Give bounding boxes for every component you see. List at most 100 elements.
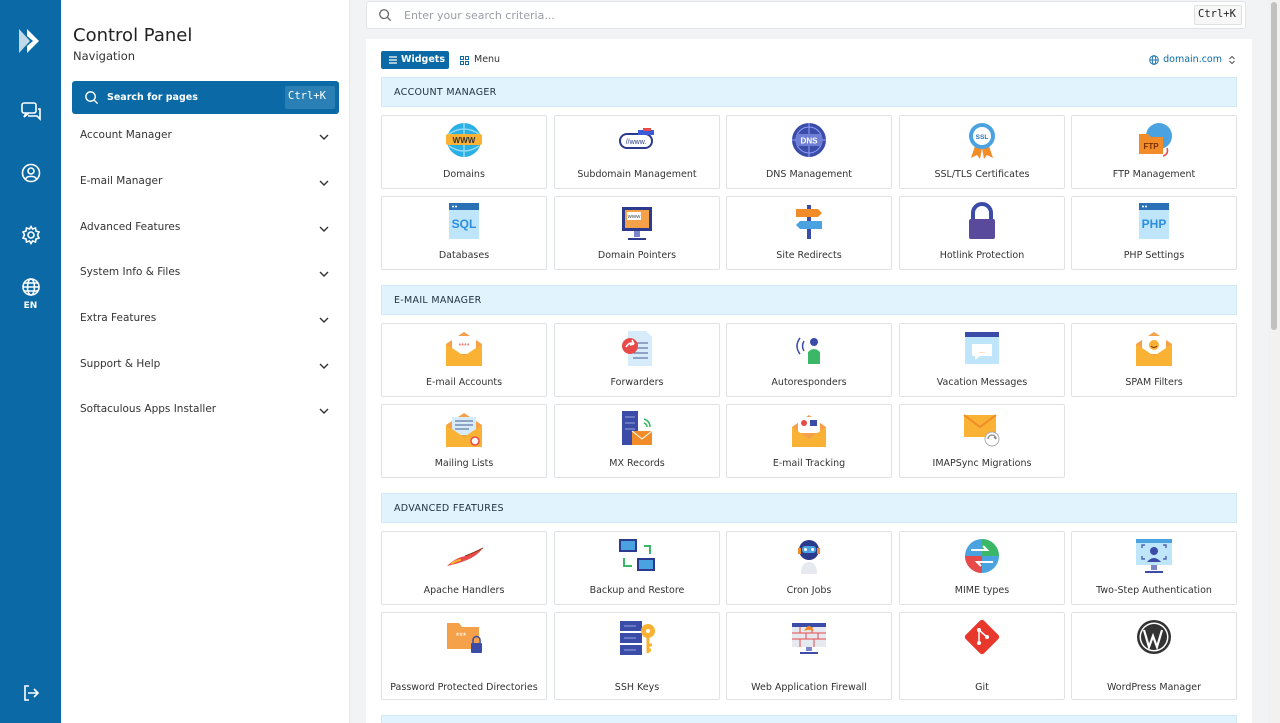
widget-label: Hotlink Protection — [939, 250, 1025, 261]
criteria-search-box[interactable]: Enter your search criteria... Ctrl+K — [366, 1, 1246, 29]
padlock-icon — [969, 202, 995, 239]
svg-text:SSL: SSL — [976, 134, 989, 141]
widget-tile[interactable]: PHP PHP Settings — [1071, 196, 1237, 270]
widget-label: Backup and Restore — [589, 585, 685, 596]
widget-tile[interactable]: Site Redirects — [726, 196, 892, 270]
forward-doc-icon — [622, 331, 652, 366]
logo-icon[interactable] — [15, 26, 45, 56]
widget-tile[interactable]: Autoresponders — [726, 323, 892, 397]
widget-tile[interactable]: Backup and Restore — [554, 531, 720, 605]
widget-label: WordPress Manager — [1106, 682, 1202, 693]
svg-text:SQL: SQL — [452, 217, 477, 231]
chevron-down-icon — [319, 226, 329, 232]
widget-tile[interactable]: //www. Subdomain Management — [554, 115, 720, 189]
widget-label: Domains — [443, 169, 485, 180]
nav-item[interactable]: E-mail Manager — [80, 175, 330, 195]
widget-tile[interactable]: Git — [899, 612, 1065, 700]
list-envelope-icon — [446, 413, 482, 447]
widget-tile[interactable]: FTP FTP Management — [1071, 115, 1237, 189]
svg-text:WWW: WWW — [628, 214, 641, 219]
widget-label: DNS Management — [765, 169, 853, 180]
widget-label: Site Redirects — [776, 250, 842, 261]
logout-icon[interactable] — [20, 682, 42, 704]
search-icon — [379, 9, 392, 22]
scrollbar[interactable] — [1268, 0, 1280, 723]
globe-icon — [1149, 55, 1159, 65]
page-search-label: Search for pages — [107, 92, 198, 103]
menu-button[interactable]: Menu — [460, 51, 500, 69]
widget-tile[interactable]: Cron Jobs — [726, 531, 892, 605]
settings-icon[interactable] — [20, 224, 42, 246]
widget-label: Apache Handlers — [423, 585, 505, 596]
widget-label: Autoresponders — [771, 377, 847, 388]
chat-icon[interactable] — [20, 100, 42, 122]
widget-label: Git — [975, 682, 989, 693]
widget-tile[interactable]: SSL SSL/TLS Certificates — [899, 115, 1065, 189]
widget-tile[interactable]: DNS DNS Management — [726, 115, 892, 189]
php-icon: PHP — [1139, 203, 1169, 239]
widget-tile[interactable]: WWW Domain Pointers — [554, 196, 720, 270]
user-icon[interactable] — [20, 162, 42, 184]
search-shortcut: Ctrl+K — [1194, 5, 1242, 25]
widget-label: Web Application Firewall — [751, 682, 867, 693]
svg-text:...: ... — [979, 348, 985, 355]
widget-label: Password Protected Directories — [390, 682, 538, 693]
widget-label: SSL/TLS Certificates — [934, 169, 1030, 180]
widget-label: Vacation Messages — [936, 377, 1028, 388]
widget-tile[interactable]: Apache Handlers — [381, 531, 547, 605]
nav-item[interactable]: Softaculous Apps Installer — [80, 403, 330, 423]
widget-tile[interactable]: SSH Keys — [554, 612, 720, 700]
widget-tile[interactable]: Hotlink Protection — [899, 196, 1065, 270]
widget-tile[interactable]: WordPress Manager — [1071, 612, 1237, 700]
widget-tile[interactable]: *** Password Protected Directories — [381, 612, 547, 700]
grid-icon — [460, 56, 469, 65]
apache-feather-icon — [447, 547, 484, 566]
widget-label: Two-Step Authentication — [1096, 585, 1212, 596]
www-globe-icon: WWW — [446, 123, 482, 157]
widget-tile[interactable]: Forwarders — [554, 323, 720, 397]
scrollbar-thumb[interactable] — [1271, 2, 1277, 330]
nav-item[interactable]: Advanced Features — [80, 221, 330, 241]
nav-item[interactable]: Extra Features — [80, 312, 330, 332]
widget-tile[interactable]: Mailing Lists — [381, 404, 547, 478]
widget-tile[interactable]: **** E-mail Accounts — [381, 323, 547, 397]
widget-label: Databases — [438, 250, 490, 261]
svg-text:WWW: WWW — [453, 136, 476, 145]
chevron-down-icon — [319, 134, 329, 140]
widget-tile[interactable]: MX Records — [554, 404, 720, 478]
widget-tile[interactable]: SPAM Filters — [1071, 323, 1237, 397]
widgets-button[interactable]: Widgets — [381, 51, 449, 69]
nav-item-label: Advanced Features — [80, 221, 181, 233]
widget-label: SSH Keys — [614, 682, 660, 693]
widgets-label: Widgets — [401, 54, 445, 65]
page-search-shortcut: Ctrl+K — [285, 86, 335, 109]
widget-tile[interactable]: Two-Step Authentication — [1071, 531, 1237, 605]
widget-label: Cron Jobs — [786, 585, 832, 596]
widget-tile[interactable]: MIME types — [899, 531, 1065, 605]
widget-tile[interactable]: Web Application Firewall — [726, 612, 892, 700]
section-header-next — [381, 715, 1237, 723]
sql-icon: SQL — [449, 203, 479, 239]
nav-item[interactable]: System Info & Files — [80, 266, 330, 286]
widget-tile[interactable]: ... Vacation Messages — [899, 323, 1065, 397]
page-search-button[interactable]: Search for pages Ctrl+K — [72, 81, 339, 114]
svg-text:FTP: FTP — [1143, 142, 1159, 151]
widget-tile[interactable]: WWW Domains — [381, 115, 547, 189]
language-label[interactable]: EN — [0, 301, 61, 311]
nav-item[interactable]: Account Manager — [80, 129, 330, 149]
svg-text:PHP: PHP — [1142, 217, 1167, 231]
section-title: E-MAIL MANAGER — [394, 295, 482, 306]
section-title: ADVANCED FEATURES — [394, 503, 504, 514]
widget-tile[interactable]: E-mail Tracking — [726, 404, 892, 478]
nav-item[interactable]: Support & Help — [80, 358, 330, 378]
widget-tile[interactable]: SQL Databases — [381, 196, 547, 270]
widget-tile[interactable]: IMAPSync Migrations — [899, 404, 1065, 478]
main-content: Widgets Menu domain.com ACCOUNT MANAGER W… — [366, 39, 1252, 723]
server-mail-icon — [622, 411, 653, 445]
navigation-panel: Control Panel Navigation Search for page… — [61, 0, 350, 723]
search-input[interactable]: Enter your search criteria... — [404, 9, 555, 22]
nav-item-label: Account Manager — [80, 129, 172, 141]
globe-icon[interactable] — [20, 276, 42, 298]
widget-label: FTP Management — [1112, 169, 1196, 180]
domain-selector[interactable]: domain.com — [1149, 51, 1236, 69]
